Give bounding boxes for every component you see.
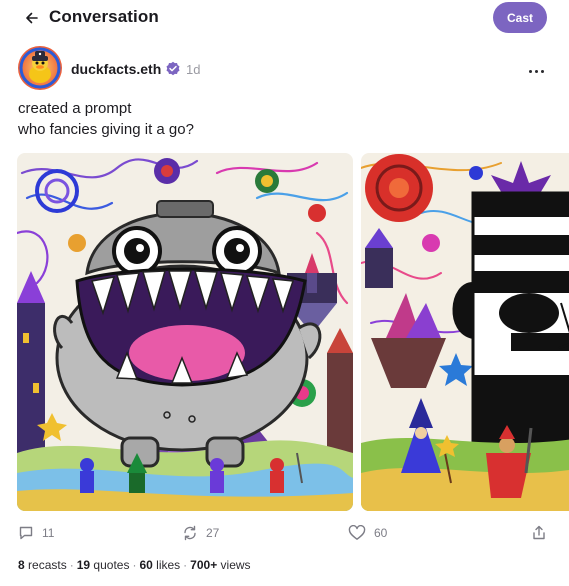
arrow-left-icon: [26, 12, 38, 24]
recasts-stat[interactable]: 8 recasts: [18, 558, 67, 572]
recast-button[interactable]: 27: [182, 521, 219, 545]
comment-icon: [19, 526, 33, 540]
post-image[interactable]: [17, 153, 353, 511]
recast-icon: [184, 525, 196, 541]
quotes-count: 19: [76, 558, 91, 572]
post-text-line: created a prompt: [18, 100, 132, 117]
dot-icon: [540, 69, 544, 73]
post-media-carousel[interactable]: [17, 153, 569, 511]
quotes-stat[interactable]: 19 quotes: [77, 558, 130, 572]
views-stat: 700+ views: [190, 558, 250, 572]
recast-count: 27: [206, 526, 220, 540]
heart-icon: [348, 525, 366, 540]
post-image[interactable]: [361, 153, 569, 511]
post-time: 1d: [186, 62, 201, 77]
views-label: views: [220, 558, 251, 572]
verified-badge-icon: [166, 61, 180, 76]
reply-count: 11: [42, 526, 55, 540]
post-actions: 11 27 60: [0, 521, 569, 545]
page-title: Conversation: [49, 7, 159, 26]
separator: ·: [69, 558, 74, 572]
dot-icon: [528, 69, 532, 73]
likes-stat[interactable]: 60 likes: [139, 558, 180, 572]
cast-button[interactable]: Cast: [493, 2, 547, 33]
author-name[interactable]: duckfacts.eth: [71, 61, 161, 77]
robot-monster-image: [17, 153, 353, 511]
quotes-label: quotes: [93, 558, 130, 572]
striped-face-image: [361, 153, 569, 511]
like-button[interactable]: 60: [348, 521, 387, 545]
avatar[interactable]: [18, 46, 62, 90]
dot-icon: [534, 69, 538, 73]
like-count: 60: [374, 526, 388, 540]
post-stats: 8 recasts · 19 quotes · 60 likes · 700+ views: [18, 558, 251, 572]
separator: ·: [183, 558, 188, 572]
more-options-button[interactable]: [526, 66, 546, 76]
page-header: Conversation Cast: [0, 0, 569, 36]
likes-label: likes: [156, 558, 181, 572]
post-text: created a prompt who fancies giving it a…: [18, 98, 194, 140]
reply-button[interactable]: 11: [18, 521, 54, 545]
views-count: 700+: [190, 558, 218, 572]
recasts-label: recasts: [28, 558, 67, 572]
back-button[interactable]: [20, 6, 44, 30]
post-author-row: duckfacts.eth 1d: [18, 46, 553, 90]
separator: ·: [132, 558, 137, 572]
recasts-count: 8: [18, 558, 25, 572]
share-icon: [533, 525, 545, 540]
likes-count: 60: [139, 558, 153, 572]
post-text-line: who fancies giving it a go?: [18, 121, 194, 138]
share-button[interactable]: [531, 521, 547, 545]
